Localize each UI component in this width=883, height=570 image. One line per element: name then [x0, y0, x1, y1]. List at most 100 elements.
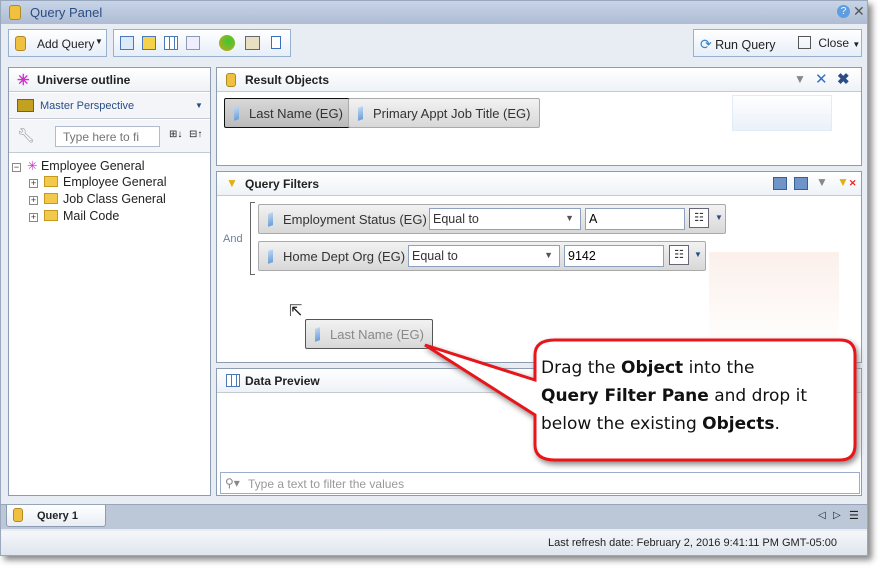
grid-icon: [226, 374, 240, 387]
operator-select[interactable]: Equal to ▼: [429, 208, 581, 230]
universe-star-icon: ✳: [17, 72, 30, 89]
result-object-chip[interactable]: Primary Appt Job Title (EG): [348, 98, 540, 128]
callout-text-part: .: [774, 414, 780, 434]
chevron-down-icon: ▼: [95, 37, 103, 46]
filter-value-input[interactable]: [585, 208, 685, 230]
query-tab-bar: Query 1 ◁ ▷ ☰: [1, 504, 867, 529]
add-subfilter-icon[interactable]: [773, 177, 787, 190]
callout-text-part: below the existing: [541, 414, 703, 434]
result-objects-panel: Result Objects ▼ ✕ ✖ Last Name (EG) Prim…: [216, 67, 862, 166]
query-filters-header: ▼ Query Filters ▼ ▼✕: [217, 172, 861, 196]
search-icon: ⚲▾: [225, 476, 240, 490]
operator-value: Equal to: [412, 249, 458, 263]
add-query-label: Add Query: [37, 37, 95, 51]
tab-label: Query 1: [37, 510, 78, 522]
universe-outline-title: Universe outline: [37, 73, 131, 87]
callout-text: Drag the Object into the Query Filter Pa…: [541, 354, 841, 438]
tree-item[interactable]: + Mail Code: [29, 209, 119, 223]
run-close-toolbar: ⟳ Run Query Close ▼: [693, 29, 862, 57]
tree-item[interactable]: + Job Class General: [29, 192, 166, 206]
tab-query-1[interactable]: Query 1: [6, 505, 106, 527]
close-button[interactable]: Close ▼: [798, 36, 860, 50]
add-query-icon: [15, 36, 26, 51]
data-preview-toggle-icon[interactable]: [164, 36, 178, 50]
filter-pane-toggle-icon[interactable]: [142, 36, 156, 50]
dimension-icon: [358, 106, 363, 121]
filter-values-input[interactable]: ⚲▾ Type a text to filter the values: [220, 472, 860, 494]
dimension-icon: [234, 106, 239, 121]
remove-icon[interactable]: ✕: [815, 70, 828, 88]
status-bar: Last refresh date: February 2, 2016 9:41…: [1, 531, 867, 555]
wrench-icon[interactable]: 🔧︎: [17, 127, 35, 144]
result-pane-toggle-icon[interactable]: [120, 36, 134, 50]
filter-object-label: Home Dept Org (EG): [283, 249, 406, 264]
callout-text-part: and drop it: [708, 386, 807, 406]
folder-icon: [44, 210, 58, 221]
layout-toggle-icon[interactable]: [186, 36, 200, 50]
refresh-icon: ⟳: [700, 36, 712, 52]
expand-icon[interactable]: +: [29, 213, 38, 222]
callout-text-part: into the: [683, 358, 755, 378]
remove-filters-icon[interactable]: ▼✕: [837, 175, 856, 189]
tree-item-label: Employee General: [63, 175, 167, 189]
scroll-right-icon[interactable]: ▷: [833, 510, 841, 521]
add-filter-icon[interactable]: [794, 177, 808, 190]
tree-root[interactable]: − ✳ Employee General: [12, 158, 144, 173]
tree-item[interactable]: + Employee General: [29, 175, 167, 189]
expand-icon[interactable]: +: [29, 196, 38, 205]
result-objects-icon: [226, 73, 236, 87]
callout-bold: Objects: [702, 414, 775, 434]
value-list-icon[interactable]: ☷: [669, 245, 689, 265]
add-query-button[interactable]: Add Query ▼: [8, 29, 107, 57]
folder-icon: [44, 176, 58, 187]
collapse-all-icon[interactable]: ⊟↑: [189, 129, 202, 140]
folder-icon: [44, 193, 58, 204]
filter-gray-icon[interactable]: ▼: [816, 175, 828, 189]
chevron-down-icon[interactable]: ▼: [694, 250, 702, 259]
help-icon[interactable]: ?: [837, 5, 850, 18]
query-panel-icon: [9, 5, 21, 20]
view-script-icon[interactable]: [271, 36, 281, 49]
and-operator[interactable]: And: [223, 233, 243, 245]
dimension-icon: [268, 249, 273, 264]
close-query-icon: [798, 36, 811, 49]
dragged-object-chip[interactable]: Last Name (EG): [305, 319, 433, 349]
universe-icon[interactable]: [219, 35, 235, 51]
expand-icon[interactable]: +: [29, 179, 38, 188]
object-label: Last Name (EG): [249, 106, 343, 121]
filter-row[interactable]: Home Dept Org (EG) Equal to ▼ ☷ ▼: [258, 241, 706, 271]
filter-object-label: Employment Status (EG): [283, 212, 427, 227]
tab-list-icon[interactable]: ☰: [849, 509, 859, 522]
callout-bold: Object: [621, 358, 684, 378]
close-window-icon[interactable]: ✕: [853, 3, 865, 20]
scroll-left-icon[interactable]: ◁: [818, 510, 826, 521]
run-query-button[interactable]: ⟳ Run Query: [700, 36, 776, 53]
chevron-down-icon: ▼: [852, 40, 861, 49]
filter-icon[interactable]: ▼: [794, 72, 806, 86]
universe-search-input[interactable]: [55, 126, 160, 147]
operator-value: Equal to: [433, 212, 479, 226]
drop-hint-watermark: [732, 95, 832, 131]
perspective-label: Master Perspective: [40, 100, 135, 112]
query-properties-icon[interactable]: [245, 36, 260, 50]
callout-bold: Query Filter Pane: [541, 386, 709, 406]
result-objects-title: Result Objects: [245, 73, 330, 87]
operator-select[interactable]: Equal to ▼: [408, 245, 560, 267]
filter-row[interactable]: Employment Status (EG) Equal to ▼ ☷ ▼: [258, 204, 726, 234]
universe-star-icon: ✳: [27, 159, 41, 173]
perspective-select[interactable]: Master Perspective ▼: [9, 93, 210, 119]
collapse-icon[interactable]: −: [12, 163, 21, 172]
filter-values-placeholder: Type a text to filter the values: [248, 477, 405, 491]
and-bracket: [250, 202, 255, 275]
expand-all-icon[interactable]: ⊞↓: [169, 129, 182, 140]
value-list-icon[interactable]: ☷: [689, 208, 709, 228]
filter-value-input[interactable]: [564, 245, 664, 267]
chevron-down-icon: ▼: [195, 101, 203, 110]
query-icon: [13, 508, 23, 522]
chevron-down-icon[interactable]: ▼: [715, 213, 723, 222]
tree-root-label: Employee General: [40, 159, 145, 173]
run-query-label: Run Query: [715, 38, 776, 52]
query-panel-window: Query Panel ? ✕ Add Query ▼ ⟳ Run Query …: [0, 0, 868, 556]
remove-all-icon[interactable]: ✖: [837, 70, 850, 88]
result-object-chip[interactable]: Last Name (EG): [224, 98, 352, 128]
